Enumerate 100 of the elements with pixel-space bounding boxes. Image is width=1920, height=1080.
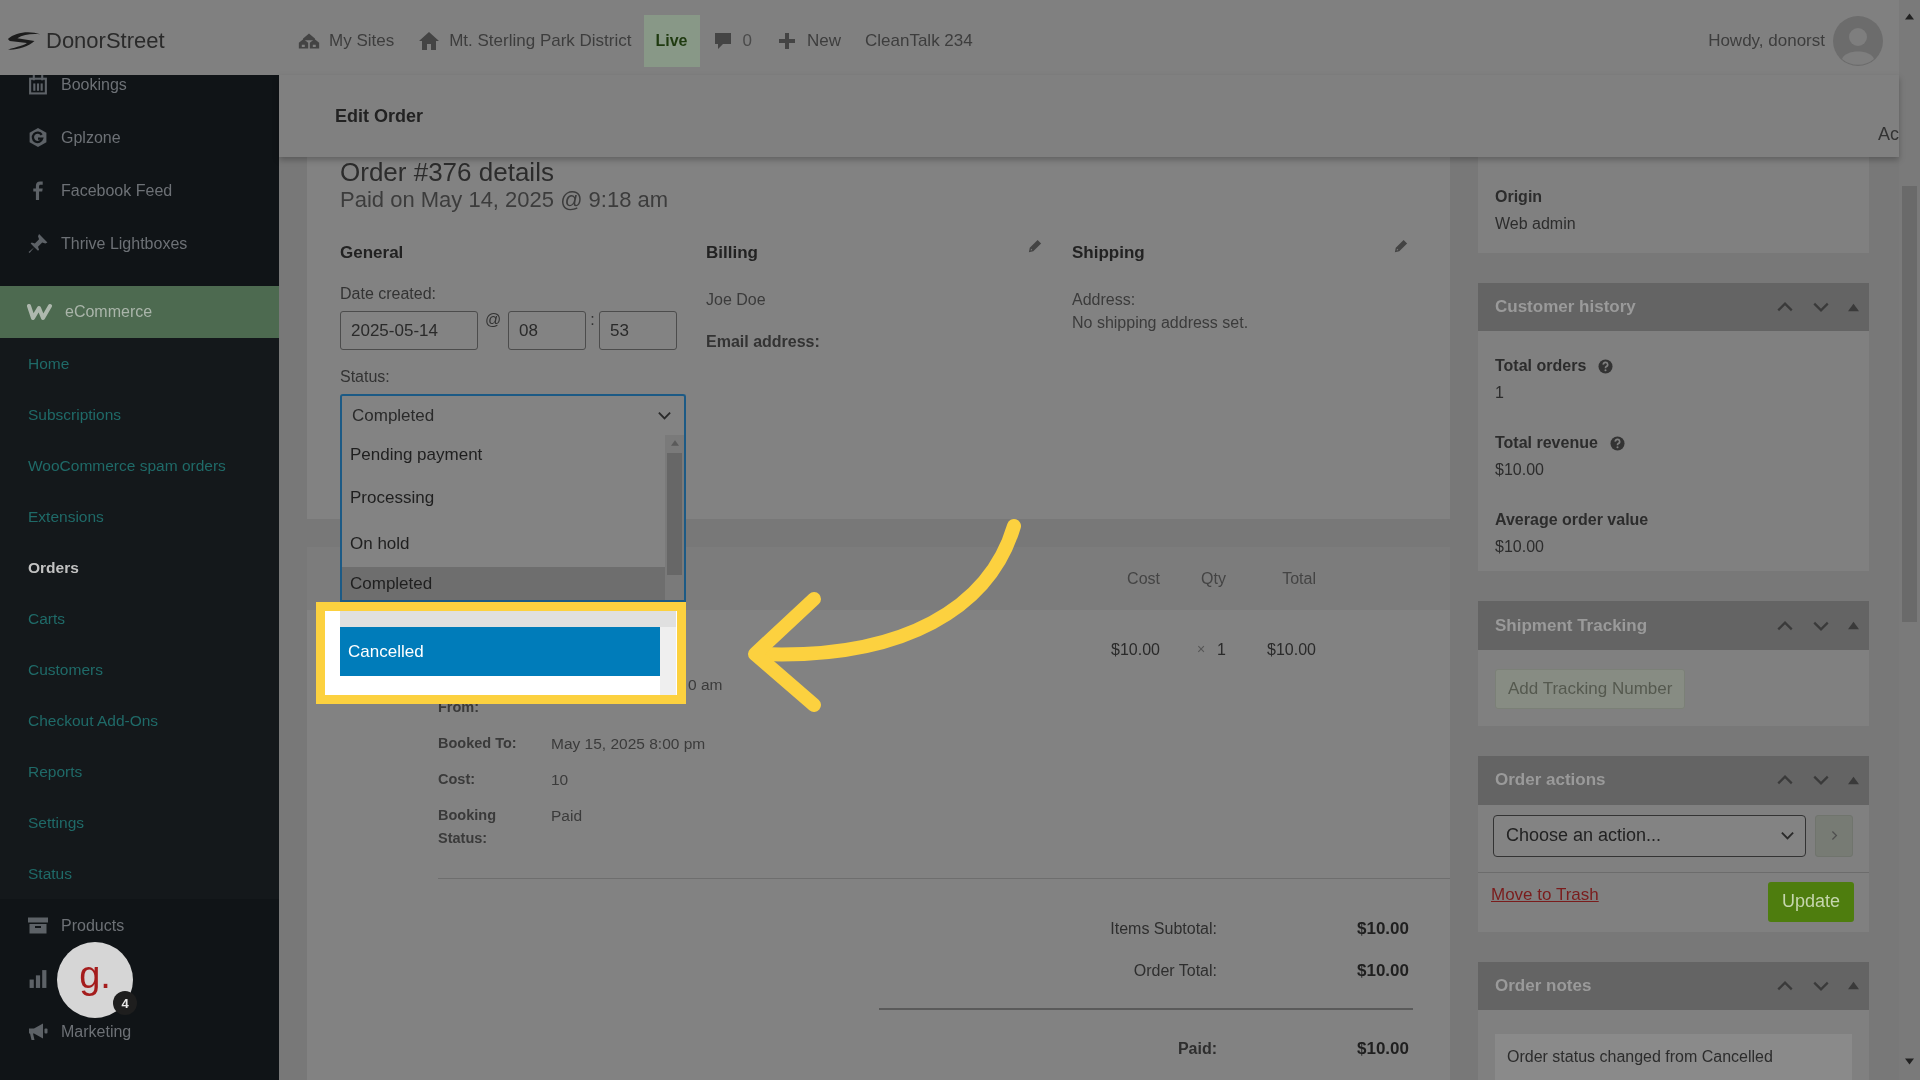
column-header: Cost xyxy=(1126,569,1160,588)
submenu-item[interactable]: Reports xyxy=(0,746,279,797)
date-field[interactable]: 2025-05-14 xyxy=(340,311,478,350)
table-cell-text: $10.00 xyxy=(1110,641,1160,659)
stat-value: 1 xyxy=(1495,383,1505,404)
stat-label: Total revenue xyxy=(1495,433,1598,454)
header-link[interactable]: Ac xyxy=(1878,124,1899,145)
dropdown-option[interactable]: Processing xyxy=(342,475,665,521)
archive-box-icon xyxy=(27,915,49,936)
submenu-item[interactable]: Subscriptions xyxy=(0,389,279,440)
pencil-icon[interactable] xyxy=(1028,239,1042,253)
action-select[interactable]: Choose an action... xyxy=(1493,814,1806,857)
home-icon xyxy=(418,30,441,51)
field-value: Web admin xyxy=(1495,214,1577,234)
stat-label: Average order value xyxy=(1495,510,1649,531)
meta-value: May 15, 2025 8:00 pm xyxy=(551,734,706,754)
field-label: Origin xyxy=(1495,187,1544,207)
status-select[interactable]: Completed xyxy=(340,394,686,435)
dropdown-option[interactable]: On hold xyxy=(342,521,665,567)
stat-value: $10.00 xyxy=(1495,460,1545,481)
submenu-item[interactable]: Carts xyxy=(0,593,279,644)
meta-value: Paid xyxy=(551,806,583,826)
toolbar-link[interactable]: Mt. Sterling Park District xyxy=(406,14,644,67)
submenu-item[interactable]: Extensions xyxy=(0,491,279,542)
submenu-item[interactable]: Checkout Add-Ons xyxy=(0,695,279,746)
submenu-item[interactable]: Customers xyxy=(0,644,279,695)
collapse-icon[interactable] xyxy=(1848,980,1859,992)
address-text: No shipping address set. xyxy=(1072,314,1250,332)
column-header: Total xyxy=(1281,569,1316,588)
field-label: Date created: xyxy=(340,285,438,303)
toolbar-link[interactable]: My Sites xyxy=(286,14,407,67)
help-icon[interactable] xyxy=(1609,435,1625,451)
chat-logo-text: g. xyxy=(79,956,111,994)
calendar-icon xyxy=(27,75,49,95)
trash-link[interactable]: Move to Trash xyxy=(1491,884,1599,905)
meta-label: Cost: xyxy=(438,770,477,789)
sidebar-item[interactable]: Products xyxy=(0,910,133,941)
field-label: Status: xyxy=(340,368,391,386)
help-icon[interactable] xyxy=(1598,358,1614,374)
meta-value: 0 am xyxy=(687,675,723,695)
scroll-down-icon[interactable] xyxy=(1905,1057,1914,1066)
table-cell: 1 xyxy=(1217,641,1226,659)
stat-value: $10.00 xyxy=(1495,537,1545,558)
sidebar-item[interactable]: Facebook Feed xyxy=(0,175,181,206)
sidebar-item[interactable]: Marketing xyxy=(0,1016,140,1047)
total-value: $10.00 xyxy=(1356,1038,1409,1060)
note-text: Order status changed from Cancelled xyxy=(1495,1034,1852,1080)
submenu-item[interactable]: WooCommerce spam orders xyxy=(0,440,279,491)
sidebar-item[interactable]: Gplzone xyxy=(0,122,129,153)
hexagon-icon xyxy=(27,127,49,148)
sidebar-item[interactable]: Thrive Lightboxes xyxy=(0,228,196,259)
submenu-item[interactable]: Settings xyxy=(0,797,279,848)
meta-label: Booked To: xyxy=(438,734,518,753)
zigzag-icon xyxy=(27,303,53,321)
plus-icon xyxy=(776,30,798,51)
update-button[interactable]: Update xyxy=(1767,881,1854,922)
dropdown-option[interactable]: Pending payment xyxy=(342,435,665,475)
sidebar-item[interactable]: Bookings xyxy=(0,75,135,100)
pencil-icon[interactable] xyxy=(1394,239,1408,253)
toolbar-link[interactable]: CleanTalk 234 xyxy=(853,14,985,67)
sidebar-item[interactable]: eCommerce xyxy=(0,286,279,338)
account-link[interactable]: Howdy, donorst xyxy=(1708,30,1825,51)
megaphone-icon xyxy=(27,1021,49,1042)
collapse-icon[interactable] xyxy=(1848,620,1859,632)
total-label: Items Subtotal: xyxy=(1110,919,1217,939)
paid-date: Paid on May 14, 2025 @ 9:18 am xyxy=(340,187,670,213)
dropdown-option[interactable]: Completed xyxy=(342,567,665,600)
chevron-right-icon xyxy=(1830,829,1838,842)
total-value: $10.00 xyxy=(1356,960,1409,982)
section-heading: Billing xyxy=(706,243,758,263)
collapse-icon[interactable] xyxy=(1848,774,1859,786)
hour-field[interactable]: 08 xyxy=(508,311,586,350)
toolbar-link[interactable]: New xyxy=(764,14,853,67)
scrollbar[interactable] xyxy=(665,435,684,600)
live-badge[interactable]: Live xyxy=(643,14,700,67)
apply-button[interactable] xyxy=(1815,814,1853,857)
submenu-item[interactable]: Status xyxy=(0,848,279,899)
scroll-up-icon[interactable] xyxy=(670,439,679,447)
logo-text[interactable]: DonorStreet xyxy=(46,27,165,54)
bar-chart-icon xyxy=(27,968,49,989)
count-badge: 4 xyxy=(113,991,137,1015)
submenu-item[interactable]: Orders xyxy=(0,542,279,593)
meta-label: Booking Status: xyxy=(438,806,497,848)
field-label: Email address: xyxy=(706,333,821,351)
billing-name: Joe Doe xyxy=(706,291,767,309)
scroll-up-icon[interactable] xyxy=(1905,12,1914,21)
total-label: Order Total: xyxy=(1133,961,1217,981)
pin-icon xyxy=(27,233,49,254)
dropdown-option[interactable]: Cancelled xyxy=(340,627,660,676)
column-header: Qty xyxy=(1200,569,1226,588)
total-label: Paid: xyxy=(1177,1039,1217,1059)
minute-field[interactable]: 53 xyxy=(599,311,677,350)
separator-text: : xyxy=(589,311,596,329)
page-title: Edit Order xyxy=(335,105,423,127)
field-label: Address: xyxy=(1072,291,1137,309)
submenu-item[interactable]: Home xyxy=(0,338,279,389)
meta-value: 10 xyxy=(551,770,569,790)
total-value: $10.00 xyxy=(1356,918,1409,940)
section-heading: General xyxy=(340,243,405,263)
collapse-icon[interactable] xyxy=(1848,301,1859,313)
